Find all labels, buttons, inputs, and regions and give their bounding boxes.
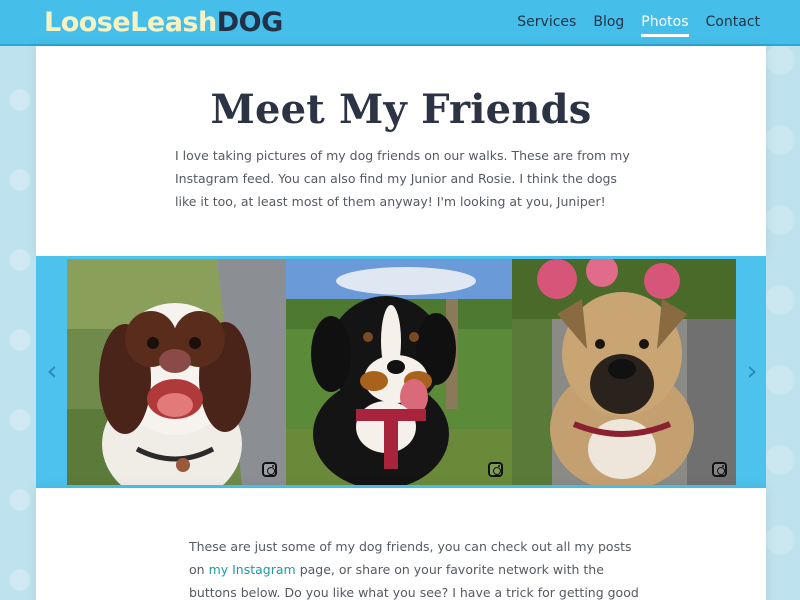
nav-link-contact[interactable]: Contact bbox=[706, 13, 760, 37]
bernese-mountain-dog-photo[interactable] bbox=[286, 259, 512, 485]
instagram-icon[interactable] bbox=[262, 462, 277, 477]
springer-spaniel-photo[interactable] bbox=[67, 259, 286, 485]
chevron-right-icon[interactable]: › bbox=[742, 356, 762, 386]
instagram-icon[interactable] bbox=[712, 462, 727, 477]
page-title: Meet My Friends bbox=[210, 86, 592, 133]
intro-card: Meet My Friends I love taking pictures o… bbox=[36, 46, 766, 256]
nav-link-blog[interactable]: Blog bbox=[593, 13, 624, 37]
intro-paragraph: I love taking pictures of my dog friends… bbox=[175, 148, 630, 209]
main-nav: Services Blog Photos Contact bbox=[517, 13, 760, 37]
photo-carousel: ‹ › bbox=[36, 256, 766, 488]
instagram-icon[interactable] bbox=[488, 462, 503, 477]
site-logo[interactable]: LooseLeashDOG bbox=[44, 6, 283, 40]
outro-paragraph: These are just some of my dog friends, y… bbox=[189, 535, 649, 600]
logo-text-dog: DOG bbox=[216, 7, 284, 38]
outro-card: These are just some of my dog friends, y… bbox=[36, 488, 766, 600]
tan-mastiff-photo[interactable] bbox=[512, 259, 736, 485]
instagram-link[interactable]: my Instagram bbox=[209, 562, 296, 577]
logo-text-looseleash: LooseLeash bbox=[44, 7, 217, 38]
nav-link-photos[interactable]: Photos bbox=[641, 13, 689, 37]
chevron-left-icon[interactable]: ‹ bbox=[42, 356, 62, 386]
top-nav-bar: LooseLeashDOG Services Blog Photos Conta… bbox=[0, 0, 800, 46]
nav-link-services[interactable]: Services bbox=[517, 13, 576, 37]
